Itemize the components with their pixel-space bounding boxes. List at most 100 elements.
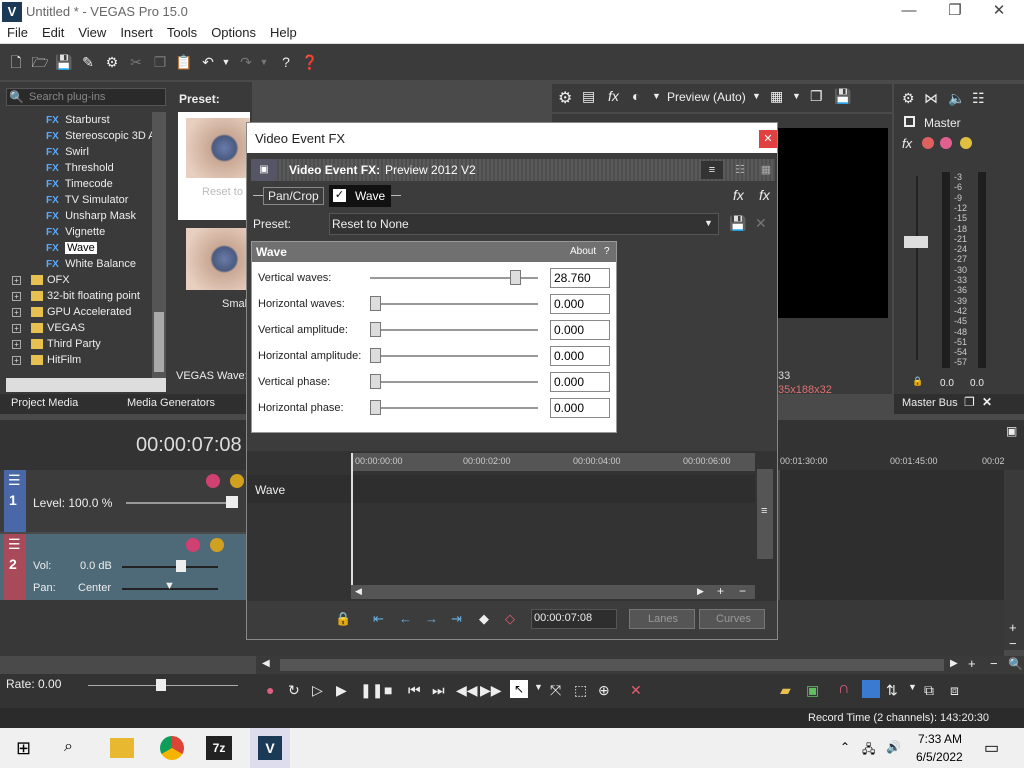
folder-item[interactable]: +32-bit floating point	[0, 288, 152, 304]
plugin-item[interactable]: FX Unsharp Mask	[0, 208, 152, 224]
go-to-start-icon[interactable]: ⏮	[408, 682, 421, 699]
preview-quality[interactable]: Preview (Auto)	[667, 90, 746, 104]
folder-item[interactable]: + OFX	[0, 272, 152, 288]
wave-checkbox[interactable]: ✓	[333, 189, 346, 202]
7zip-icon[interactable]: 7z	[206, 736, 232, 760]
param-slider[interactable]	[370, 407, 538, 409]
open-folder-icon[interactable]: 🗁	[30, 52, 50, 72]
zoom-in-icon[interactable]: +	[717, 584, 724, 598]
chain-item-pan-crop[interactable]: Pan/Crop	[263, 187, 324, 205]
speaker-icon[interactable]: 🔈	[948, 90, 965, 107]
windows-start-icon[interactable]: ⊞	[16, 738, 31, 759]
folder-item[interactable]: + GPU Accelerated	[0, 304, 152, 320]
remove-fx-icon[interactable]: fx	[759, 187, 770, 203]
preset-dropdown[interactable]: Reset to None ▼	[329, 213, 719, 235]
dropdown-icon[interactable]: ▼	[752, 91, 761, 101]
scrollbar-thumb[interactable]	[154, 312, 164, 372]
next-keyframe-icon[interactable]: →	[425, 611, 438, 626]
plugin-item-selected[interactable]: FX Wave	[0, 240, 152, 256]
network-icon[interactable]: 🖧	[862, 740, 875, 761]
curves-button[interactable]: Curves	[699, 609, 765, 629]
vegas-taskbar-button[interactable]: V	[250, 728, 290, 768]
param-slider-thumb[interactable]	[370, 296, 381, 311]
chain-item-wave[interactable]: ✓ Wave	[329, 185, 391, 207]
redo-dropdown-icon[interactable]: ▼	[254, 52, 274, 72]
chrome-icon[interactable]	[160, 736, 184, 760]
solo-icon[interactable]	[960, 137, 972, 149]
cut-icon[interactable]: ✂	[126, 52, 146, 72]
normal-edit-tool-icon[interactable]: ↖	[510, 680, 528, 698]
mute-icon[interactable]	[186, 538, 200, 552]
menu-options[interactable]: Options	[204, 24, 263, 41]
preset-thumbnail-selected[interactable]: Reset to	[178, 112, 250, 220]
next-frame-icon[interactable]: ▶▶	[480, 682, 502, 699]
menu-icon[interactable]: ☰	[8, 536, 21, 553]
dropdown-icon[interactable]: ▼	[534, 682, 543, 692]
solo-icon[interactable]	[230, 474, 244, 488]
close-icon[interactable]: ✕	[982, 395, 992, 409]
pin-icon[interactable]: ▣	[1006, 424, 1017, 438]
audio-track-header[interactable]: ☰ 2 Vol: 0.0 dB Pan: Center ▼	[0, 534, 248, 600]
menu-view[interactable]: View	[71, 24, 113, 41]
help-icon[interactable]: ?	[604, 246, 610, 257]
copy-icon[interactable]: ❐	[150, 52, 170, 72]
search-box[interactable]: 🔍 Search plug-ins	[6, 88, 166, 106]
timeline-hscroll[interactable]: ◀ ▶ + − 🔍	[256, 656, 1024, 674]
preview-settings-icon[interactable]: ⚙	[558, 88, 572, 108]
mixer-faders-icon[interactable]: ☷	[972, 90, 985, 107]
play-icon[interactable]: ▶	[336, 682, 347, 699]
tab-project-media[interactable]: Project Media	[11, 397, 78, 409]
plugin-item[interactable]: FX TV Simulator	[0, 192, 152, 208]
delete-preset-icon[interactable]: ✕	[755, 215, 767, 232]
add-fx-icon[interactable]: fx	[733, 187, 744, 203]
lock-envelopes-icon[interactable]: ⇅	[886, 682, 898, 699]
param-slider[interactable]	[370, 329, 538, 331]
marker-icon[interactable]: ▰	[780, 682, 791, 699]
stop-icon[interactable]: ■	[384, 682, 392, 698]
undo-dropdown-icon[interactable]: ▼	[216, 52, 236, 72]
keyframe-hscroll[interactable]: ◀ ▶ + −	[351, 584, 755, 599]
tab-media-generators[interactable]: Media Generators	[127, 397, 215, 409]
scroll-right-icon[interactable]: ▶	[697, 586, 704, 597]
plugin-item[interactable]: FX Stereoscopic 3D A	[0, 128, 152, 144]
param-slider-thumb[interactable]	[370, 400, 381, 415]
fx-icon[interactable]: fx	[608, 88, 619, 104]
master-fx-icon[interactable]: fx	[902, 136, 912, 151]
param-value-input[interactable]: 0.000	[550, 346, 610, 366]
play-from-start-icon[interactable]: ▷	[312, 682, 323, 699]
magnifier-icon[interactable]: 🔍	[1008, 657, 1023, 671]
render-icon[interactable]: ✎	[78, 52, 98, 72]
hscroll-track[interactable]	[280, 659, 944, 671]
plugin-item[interactable]: FX Threshold	[0, 160, 152, 176]
timeline-tracks[interactable]	[780, 470, 1004, 600]
mute-icon[interactable]	[206, 474, 220, 488]
menu-edit[interactable]: Edit	[35, 24, 71, 41]
zoom-in-icon[interactable]: +	[968, 656, 976, 671]
menu-tools[interactable]: Tools	[160, 24, 204, 41]
folder-item[interactable]: + Third Party	[0, 336, 152, 352]
zoom-in-icon[interactable]: +	[1009, 620, 1017, 635]
save-icon[interactable]: 💾	[54, 52, 74, 72]
zoom-out-icon[interactable]: −	[990, 656, 998, 671]
param-value-input[interactable]: 0.000	[550, 294, 610, 314]
menu-file[interactable]: File	[0, 24, 35, 41]
param-slider-thumb[interactable]	[370, 374, 381, 389]
param-value-input[interactable]: 0.000	[550, 320, 610, 340]
undo-icon[interactable]: ↶	[198, 52, 218, 72]
dropdown-icon[interactable]: ▼	[652, 91, 661, 101]
scroll-left-icon[interactable]: ◀	[355, 586, 362, 597]
mute-icon[interactable]	[940, 137, 952, 149]
split-screen-icon[interactable]: ◐	[632, 88, 640, 104]
volume-slider-thumb[interactable]	[176, 560, 186, 572]
horizontal-scrollbar[interactable]	[6, 378, 166, 392]
zoom-out-icon[interactable]: −	[739, 584, 746, 598]
add-keyframe-icon[interactable]: ◆	[479, 611, 489, 627]
param-value-input[interactable]: 0.000	[550, 398, 610, 418]
scroll-handle-icon[interactable]: ≡	[761, 505, 767, 517]
expand-icon[interactable]: +	[12, 307, 21, 317]
mixer-settings-icon[interactable]: ⚙	[902, 90, 915, 107]
auto-crossfade-icon[interactable]: ⧉	[924, 682, 934, 699]
list-view-icon[interactable]: ≡	[701, 161, 723, 179]
maximize-button[interactable]: ❐	[932, 0, 978, 24]
menu-help[interactable]: Help	[263, 24, 304, 41]
